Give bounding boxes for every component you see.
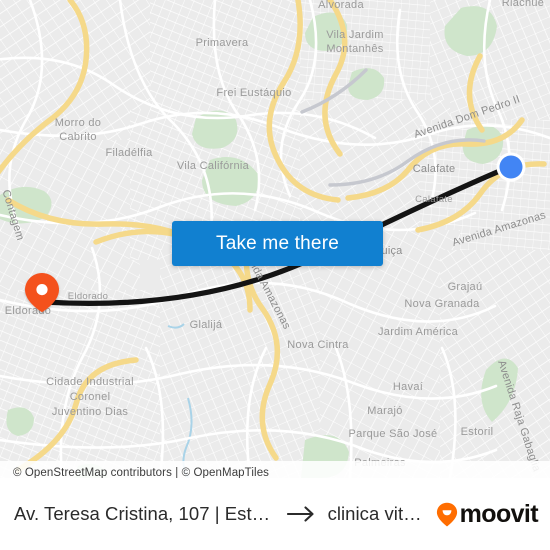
circle-marker-icon[interactable] xyxy=(496,152,526,182)
map-place-label: Nova Granada xyxy=(404,298,480,310)
map-road-label: Calafate xyxy=(413,163,456,175)
route-destination-label: clinica vitae ... xyxy=(327,503,426,524)
map-place-label: Filadélfia xyxy=(105,147,153,159)
map-place-label: Havaí xyxy=(393,381,423,393)
map-place-label: Eldorado xyxy=(68,291,108,302)
map-place-label: Vila Jardim xyxy=(326,29,384,41)
take-me-there-button[interactable]: Take me there xyxy=(172,221,383,266)
map-place-label: Nova Cintra xyxy=(287,339,349,351)
moovit-pin-icon xyxy=(436,502,458,527)
map-attribution: © OpenStreetMap contributors | © OpenMap… xyxy=(0,461,550,478)
moovit-logo[interactable]: moovit xyxy=(436,499,539,528)
map-place-label: Coronel xyxy=(70,391,111,403)
map-place-label: Jardim América xyxy=(378,326,459,338)
map-canvas[interactable]: Alvorada Riachue Primavera Vila Jardim Monta… xyxy=(0,0,550,478)
map-place-label: Calafate xyxy=(415,194,453,205)
map-place-label: Morro do xyxy=(55,117,101,129)
map-place-label: Cabrito xyxy=(59,131,97,143)
map-place-label: Estoril xyxy=(461,426,494,438)
map-place-label: Frei Eustáquio xyxy=(216,87,291,99)
map-place-label: Vila Califórnia xyxy=(177,160,250,172)
map-place-label: Montanhês xyxy=(326,43,383,55)
arrow-right-icon xyxy=(286,505,317,523)
moovit-map-screen: Alvorada Riachue Primavera Vila Jardim Monta… xyxy=(0,0,550,550)
map-place-label: Marajó xyxy=(367,405,402,417)
map-road-label: uiça xyxy=(382,245,404,257)
map-place-label: Glalijá xyxy=(190,319,223,331)
route-summary[interactable]: Av. Teresa Cristina, 107 | Estação C... … xyxy=(14,503,426,525)
route-footer-bar: Av. Teresa Cristina, 107 | Estação C... … xyxy=(0,478,550,550)
route-origin-label: Av. Teresa Cristina, 107 | Estação C... xyxy=(14,503,276,524)
map-place-label: Grajaú xyxy=(448,281,483,293)
map-place-label: Primavera xyxy=(196,37,249,49)
moovit-wordmark: moovit xyxy=(459,499,539,528)
map-place-label: Parque São José xyxy=(349,428,438,440)
attribution-text: © OpenStreetMap contributors | © OpenMap… xyxy=(13,467,270,478)
map-place-label: Riachue xyxy=(502,0,544,9)
map-place-label: Cidade Industrial xyxy=(46,376,134,388)
map-place-label: Juventino Dias xyxy=(52,406,129,418)
map-place-label: Alvorada xyxy=(318,0,364,11)
